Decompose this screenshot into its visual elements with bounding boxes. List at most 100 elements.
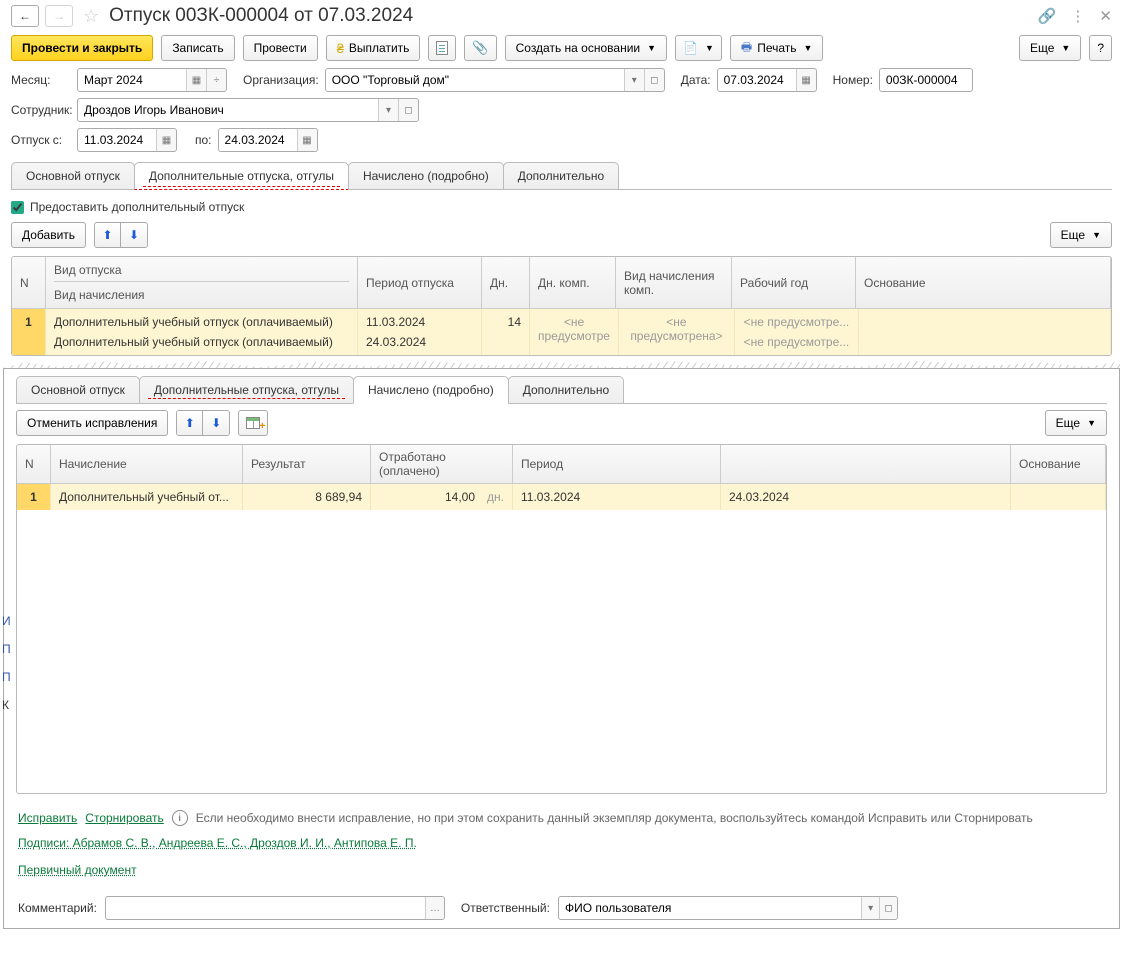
coins-icon: ₴ <box>337 41 344 56</box>
table-row[interactable]: 1 Дополнительный учебный от... 8 689,94 … <box>17 484 1106 510</box>
more-button[interactable]: Еще▼ <box>1019 35 1081 61</box>
payout-button[interactable]: ₴Выплатить <box>326 35 421 61</box>
date-field[interactable]: ▦ <box>717 68 817 92</box>
undo-corrections-button[interactable]: Отменить исправления <box>16 410 168 436</box>
col-accr-comp: Вид начисления комп. <box>616 257 732 309</box>
move-rows-buttons[interactable]: ⬆ ⬇ <box>94 222 148 248</box>
accrued-table[interactable]: N Начисление Результат Отработано (оплач… <box>16 444 1107 794</box>
torn-edge-separator <box>3 360 1120 368</box>
col-days-comp: Дн. комп. <box>530 257 616 309</box>
tab-main-vacation[interactable]: Основной отпуск <box>11 162 135 190</box>
calendar-icon[interactable]: ▦ <box>186 69 206 91</box>
to-field[interactable]: ▦ <box>218 128 318 152</box>
nav-back-button[interactable]: ← <box>11 5 39 27</box>
chevron-down-icon: ▼ <box>1061 43 1070 53</box>
to-label: по: <box>195 133 212 147</box>
tab-extra-vacation-2[interactable]: Дополнительные отпуска, отгулы <box>139 376 354 404</box>
primary-doc-link[interactable]: Первичный документ <box>18 863 137 877</box>
table-row[interactable]: 1 Дополнительный учебный отпуск (оплачив… <box>12 309 1111 355</box>
paperclip-icon: 📎 <box>472 40 488 56</box>
print-button[interactable]: 🖶Печать▼ <box>730 35 824 61</box>
signatures-link[interactable]: Подписи: Абрамов С. В., Андреева Е. С., … <box>18 836 417 850</box>
table-more-button[interactable]: Еще▼ <box>1050 222 1112 248</box>
chevron-down-icon: ▼ <box>705 43 714 53</box>
chevron-down-icon[interactable]: ▾ <box>378 99 398 121</box>
number-field[interactable] <box>879 68 973 92</box>
actions-button[interactable]: 📄▼ <box>675 35 722 61</box>
open-icon[interactable]: ◻ <box>398 99 418 121</box>
tab-additional[interactable]: Дополнительно <box>503 162 619 190</box>
calendar-icon[interactable]: ▦ <box>297 129 317 151</box>
chevron-down-icon: ▼ <box>804 43 813 53</box>
col-accrual: Начисление <box>51 445 243 484</box>
attach-button[interactable]: 📎 <box>464 35 496 61</box>
provide-extra-label: Предоставить дополнительный отпуск <box>30 200 244 214</box>
tab-main-vacation-2[interactable]: Основной отпуск <box>16 376 140 404</box>
col-work-year: Рабочий год <box>732 257 856 309</box>
col-n-2: N <box>17 445 51 484</box>
responsible-field[interactable]: ▾ ◻ <box>558 896 898 920</box>
add-row-button[interactable]: Добавить <box>11 222 86 248</box>
doc-button[interactable] <box>428 35 456 61</box>
org-label: Организация: <box>243 73 319 87</box>
extra-vacations-table[interactable]: N Вид отпуска Вид начисления Период отпу… <box>11 256 1112 356</box>
calendar-icon[interactable]: ▦ <box>156 129 176 151</box>
post-button[interactable]: Провести <box>243 35 318 61</box>
col-period: Период отпуска <box>358 257 482 309</box>
printer-icon: 🖶 <box>741 38 752 59</box>
document-icon <box>436 41 448 55</box>
link-icon[interactable]: 🔗 <box>1038 7 1057 25</box>
col-n: N <box>12 257 46 309</box>
info-icon: i <box>172 810 188 826</box>
org-field[interactable]: ▾ ◻ <box>325 68 665 92</box>
tab-extra-vacation[interactable]: Дополнительные отпуска, отгулы <box>134 162 349 190</box>
close-icon[interactable]: ✕ <box>1099 7 1112 25</box>
accrued-more-button[interactable]: Еще▼ <box>1045 410 1107 436</box>
open-icon[interactable]: ◻ <box>644 69 664 91</box>
write-button[interactable]: Записать <box>161 35 234 61</box>
nav-forward-button[interactable]: → <box>45 5 73 27</box>
from-label: Отпуск с: <box>11 133 71 147</box>
insert-table-button[interactable] <box>238 410 268 436</box>
month-label: Месяц: <box>11 73 71 87</box>
sidebar-letter: П <box>2 642 11 656</box>
col-type: Вид отпуска <box>54 263 349 282</box>
arrow-down-icon[interactable]: ⬇ <box>121 223 147 247</box>
chevron-down-icon: ▼ <box>1087 418 1096 428</box>
from-field[interactable]: ▦ <box>77 128 177 152</box>
col-period-2: Период <box>513 445 721 484</box>
month-field[interactable]: ▦ ÷ <box>77 68 227 92</box>
create-based-button[interactable]: Создать на основании▼ <box>505 35 667 61</box>
ellipsis-icon[interactable]: … <box>425 897 444 919</box>
kebab-icon[interactable]: ⋮ <box>1070 7 1085 25</box>
arrow-down-icon[interactable]: ⬇ <box>203 411 229 435</box>
employee-label: Сотрудник: <box>11 103 71 117</box>
arrow-up-icon[interactable]: ⬆ <box>177 411 203 435</box>
provide-extra-checkbox[interactable] <box>11 201 24 214</box>
help-button[interactable]: ? <box>1089 35 1112 61</box>
chevron-down-icon[interactable]: ▾ <box>624 69 644 91</box>
favorite-icon[interactable]: ☆ <box>83 6 99 27</box>
storno-link[interactable]: Сторнировать <box>85 811 163 825</box>
fix-link[interactable]: Исправить <box>18 811 77 825</box>
tab-accrued[interactable]: Начислено (подробно) <box>348 162 504 190</box>
tab-additional-2[interactable]: Дополнительно <box>508 376 624 404</box>
comment-field[interactable]: … <box>105 896 445 920</box>
col-basis: Основание <box>856 257 1111 309</box>
responsible-label: Ответственный: <box>461 901 550 915</box>
sidebar-letter: П <box>2 670 11 684</box>
col-accrual-type: Вид начисления <box>54 288 145 302</box>
number-label: Номер: <box>833 73 873 87</box>
spinner-icon[interactable]: ÷ <box>206 69 226 91</box>
open-icon[interactable]: ◻ <box>879 897 897 919</box>
employee-field[interactable]: ▾ ◻ <box>77 98 419 122</box>
date-label: Дата: <box>681 73 711 87</box>
chevron-down-icon[interactable]: ▾ <box>861 897 879 919</box>
arrow-up-icon[interactable]: ⬆ <box>95 223 121 247</box>
move-rows-buttons-2[interactable]: ⬆ ⬇ <box>176 410 230 436</box>
post-and-close-button[interactable]: Провести и закрыть <box>11 35 153 61</box>
tab-accrued-2[interactable]: Начислено (подробно) <box>353 376 509 404</box>
sidebar-letter: К <box>2 698 11 712</box>
calendar-icon[interactable]: ▦ <box>796 69 816 91</box>
col-worked: Отработано (оплачено) <box>371 445 513 484</box>
